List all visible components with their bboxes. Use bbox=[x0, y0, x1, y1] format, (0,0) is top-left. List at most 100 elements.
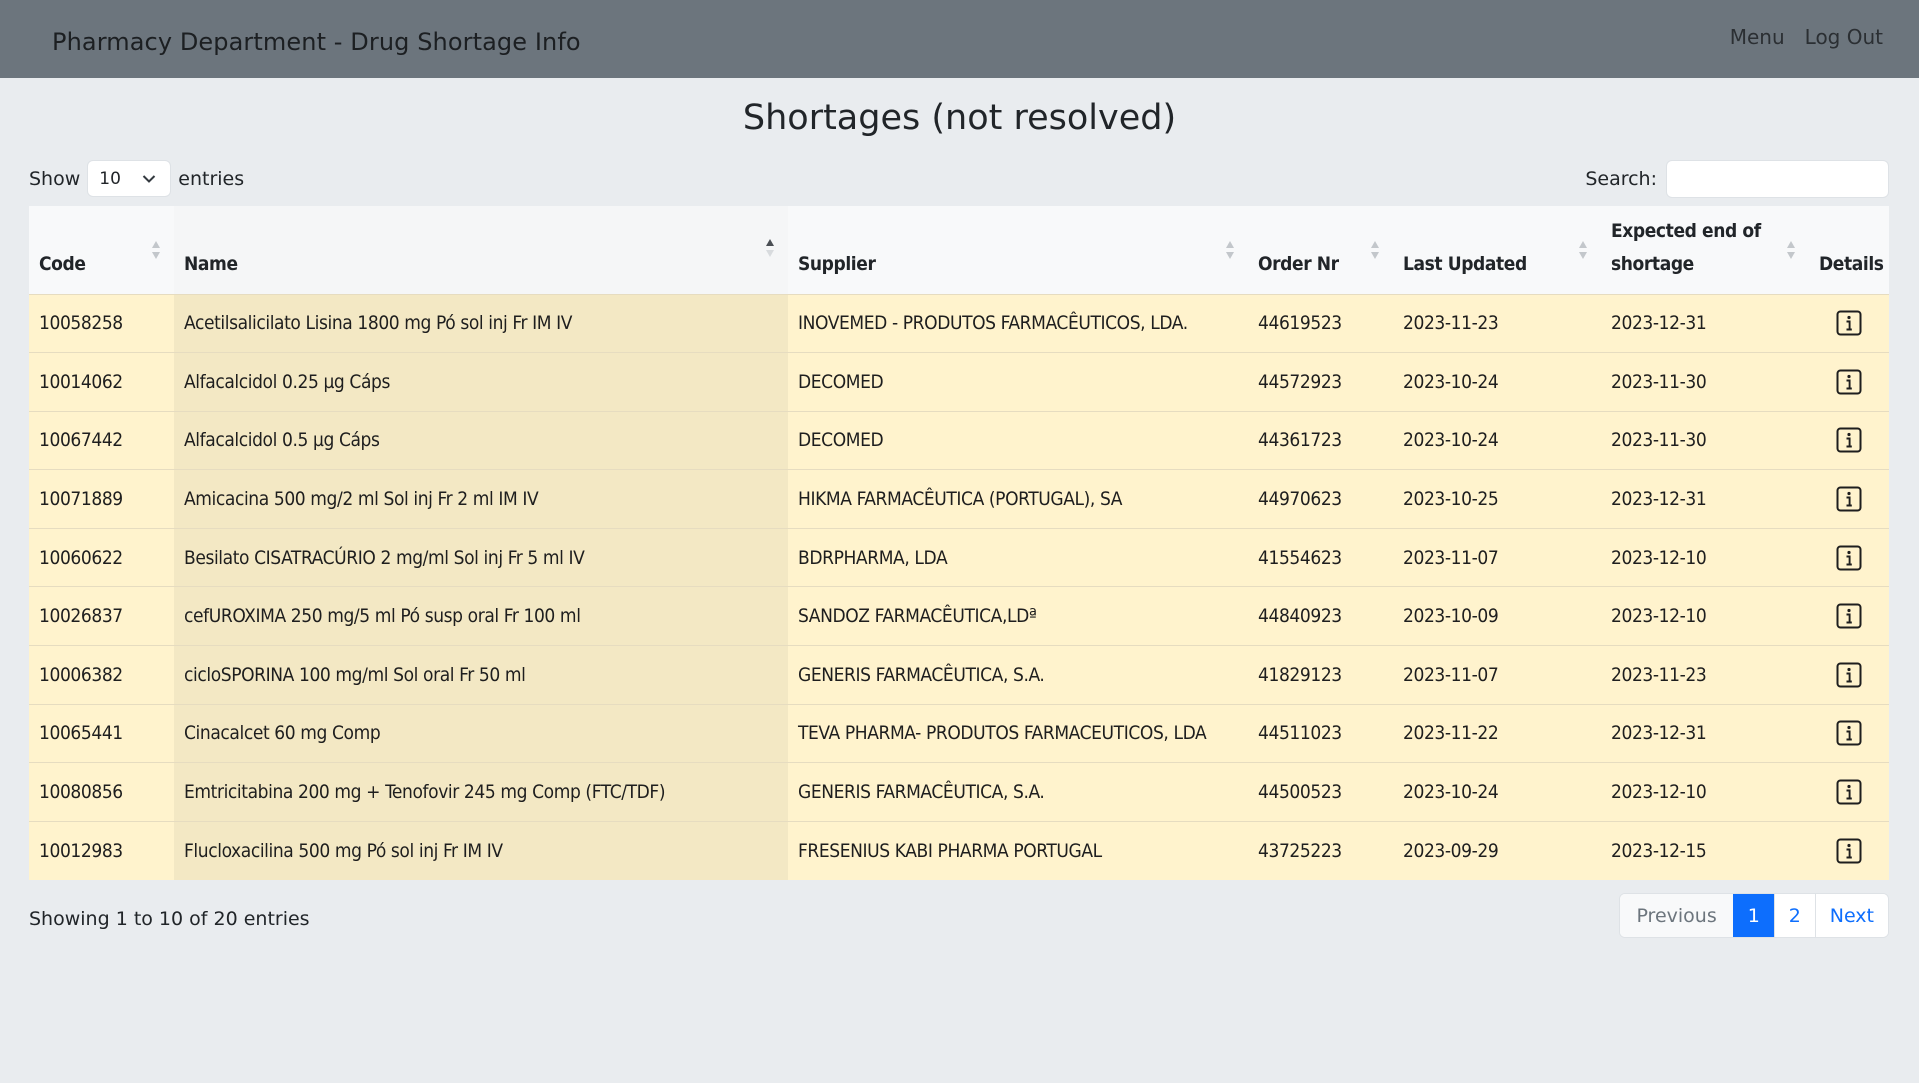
cell-name: Emtricitabina 200 mg + Tenofovir 245 mg … bbox=[174, 762, 788, 822]
cell-expected-end: 2023-12-10 bbox=[1601, 586, 1809, 646]
entries-per-page-value: 10 bbox=[99, 168, 121, 189]
cell-expected-end: 2023-11-30 bbox=[1601, 352, 1809, 412]
cell-details bbox=[1809, 527, 1889, 587]
cell-order-nr: 43725223 bbox=[1248, 820, 1393, 880]
column-header-supplier[interactable]: Supplier bbox=[788, 206, 1248, 294]
cell-details bbox=[1809, 586, 1889, 646]
table-row: 10012983 Flucloxacilina 500 mg Pó sol inj… bbox=[29, 820, 1889, 880]
column-header-name[interactable]: Name bbox=[174, 206, 788, 294]
info-icon[interactable] bbox=[1835, 602, 1863, 630]
cell-last-updated: 2023-10-24 bbox=[1393, 410, 1601, 470]
entries-label: entries bbox=[178, 167, 245, 190]
column-label: Details bbox=[1819, 252, 1884, 275]
cell-code: 10060622 bbox=[29, 527, 174, 587]
nav-link-logout[interactable]: Log Out bbox=[1805, 25, 1883, 49]
cell-name: Alfacalcidol 0.5 µg Cáps bbox=[174, 410, 788, 470]
sort-ascending-icon bbox=[766, 239, 774, 257]
column-header-last-updated[interactable]: Last Updated bbox=[1393, 206, 1601, 294]
cell-last-updated: 2023-10-24 bbox=[1393, 762, 1601, 822]
pagination-page-1[interactable]: 1 bbox=[1732, 894, 1774, 937]
sort-both-icon bbox=[1226, 241, 1234, 259]
cell-details bbox=[1809, 352, 1889, 412]
column-label: Expected end of shortage bbox=[1611, 219, 1761, 275]
search-input[interactable] bbox=[1666, 159, 1889, 198]
cell-name: Flucloxacilina 500 mg Pó sol inj Fr IM I… bbox=[174, 820, 788, 880]
cell-last-updated: 2023-10-24 bbox=[1393, 352, 1601, 412]
column-header-code[interactable]: Code bbox=[29, 206, 174, 294]
info-icon[interactable] bbox=[1835, 719, 1863, 747]
sort-both-icon bbox=[1579, 241, 1587, 259]
cell-supplier: DECOMED bbox=[788, 410, 1248, 470]
info-icon[interactable] bbox=[1835, 485, 1863, 513]
search-label: Search: bbox=[1585, 167, 1657, 190]
shortages-table-container: Code Name Supplier Order Nr Last Updated… bbox=[29, 206, 1889, 880]
shortages-table: Code Name Supplier Order Nr Last Updated… bbox=[29, 206, 1889, 880]
pagination-next[interactable]: Next bbox=[1814, 894, 1888, 937]
cell-supplier: BDRPHARMA, LDA bbox=[788, 527, 1248, 587]
cell-last-updated: 2023-11-07 bbox=[1393, 645, 1601, 705]
cell-details bbox=[1809, 469, 1889, 529]
column-header-expected-end[interactable]: Expected end of shortage bbox=[1601, 206, 1809, 294]
table-row: 10071889 Amicacina 500 mg/2 ml Sol inj Fr… bbox=[29, 469, 1889, 529]
cell-details bbox=[1809, 762, 1889, 822]
chevron-down-icon bbox=[143, 174, 156, 183]
entries-per-page-select[interactable]: 10 bbox=[87, 160, 172, 197]
info-icon[interactable] bbox=[1835, 837, 1863, 865]
pagination-previous[interactable]: Previous bbox=[1620, 894, 1733, 937]
cell-name: cicloSPORINA 100 mg/ml Sol oral Fr 50 ml bbox=[174, 645, 788, 705]
navbar-brand[interactable]: Pharmacy Department - Drug Shortage Info bbox=[52, 28, 581, 56]
cell-expected-end: 2023-12-10 bbox=[1601, 527, 1809, 587]
cell-code: 10058258 bbox=[29, 293, 174, 353]
cell-supplier: SANDOZ FARMACÊUTICA,LDª bbox=[788, 586, 1248, 646]
cell-details bbox=[1809, 293, 1889, 353]
nav-link-menu[interactable]: Menu bbox=[1730, 25, 1785, 49]
cell-last-updated: 2023-11-22 bbox=[1393, 703, 1601, 763]
cell-supplier: GENERIS FARMACÊUTICA, S.A. bbox=[788, 762, 1248, 822]
pagination-page-2[interactable]: 2 bbox=[1773, 894, 1815, 937]
cell-last-updated: 2023-10-25 bbox=[1393, 469, 1601, 529]
cell-code: 10067442 bbox=[29, 410, 174, 470]
info-icon[interactable] bbox=[1835, 426, 1863, 454]
sort-both-icon bbox=[1371, 241, 1379, 259]
info-icon[interactable] bbox=[1835, 544, 1863, 572]
column-label: Last Updated bbox=[1403, 252, 1527, 275]
info-icon[interactable] bbox=[1835, 778, 1863, 806]
cell-order-nr: 44619523 bbox=[1248, 293, 1393, 353]
table-row: 10065441 Cinacalcet 60 mg Comp TEVA PHARMA… bbox=[29, 703, 1889, 763]
cell-name: Amicacina 500 mg/2 ml Sol inj Fr 2 ml IM… bbox=[174, 469, 788, 529]
column-label: Name bbox=[184, 252, 238, 275]
cell-code: 10012983 bbox=[29, 820, 174, 880]
cell-code: 10026837 bbox=[29, 586, 174, 646]
table-row: 10026837 cefUROXIMA 250 mg/5 ml Pó susp o… bbox=[29, 586, 1889, 646]
navbar: Pharmacy Department - Drug Shortage Info… bbox=[0, 0, 1919, 78]
cell-code: 10071889 bbox=[29, 469, 174, 529]
page-title: Shortages (not resolved) bbox=[742, 98, 1177, 138]
cell-code: 10080856 bbox=[29, 762, 174, 822]
table-info: Showing 1 to 10 of 20 entries bbox=[29, 908, 310, 930]
cell-expected-end: 2023-12-31 bbox=[1601, 469, 1809, 529]
column-label: Supplier bbox=[798, 252, 876, 275]
table-row: 10060622 Besilato CISATRACÚRIO 2 mg/ml So… bbox=[29, 527, 1889, 587]
cell-expected-end: 2023-12-31 bbox=[1601, 293, 1809, 353]
cell-expected-end: 2023-11-30 bbox=[1601, 410, 1809, 470]
cell-expected-end: 2023-11-23 bbox=[1601, 645, 1809, 705]
cell-order-nr: 44572923 bbox=[1248, 352, 1393, 412]
cell-supplier: DECOMED bbox=[788, 352, 1248, 412]
info-icon[interactable] bbox=[1835, 661, 1863, 689]
cell-supplier: HIKMA FARMACÊUTICA (PORTUGAL), SA bbox=[788, 469, 1248, 529]
cell-supplier: FRESENIUS KABI PHARMA PORTUGAL bbox=[788, 820, 1248, 880]
cell-expected-end: 2023-12-15 bbox=[1601, 820, 1809, 880]
sort-both-icon bbox=[152, 241, 160, 259]
table-row: 10014062 Alfacalcidol 0.25 µg Cáps DECOMED… bbox=[29, 352, 1889, 412]
cell-name: Alfacalcidol 0.25 µg Cáps bbox=[174, 352, 788, 412]
cell-order-nr: 44970623 bbox=[1248, 469, 1393, 529]
column-label: Order Nr bbox=[1258, 252, 1339, 275]
info-icon[interactable] bbox=[1835, 368, 1863, 396]
column-header-order-nr[interactable]: Order Nr bbox=[1248, 206, 1393, 294]
cell-details bbox=[1809, 645, 1889, 705]
cell-expected-end: 2023-12-10 bbox=[1601, 762, 1809, 822]
info-icon[interactable] bbox=[1835, 309, 1863, 337]
cell-order-nr: 44500523 bbox=[1248, 762, 1393, 822]
cell-order-nr: 41554623 bbox=[1248, 527, 1393, 587]
table-body: 10058258 Acetilsalicilato Lisina 1800 mg … bbox=[29, 293, 1889, 880]
